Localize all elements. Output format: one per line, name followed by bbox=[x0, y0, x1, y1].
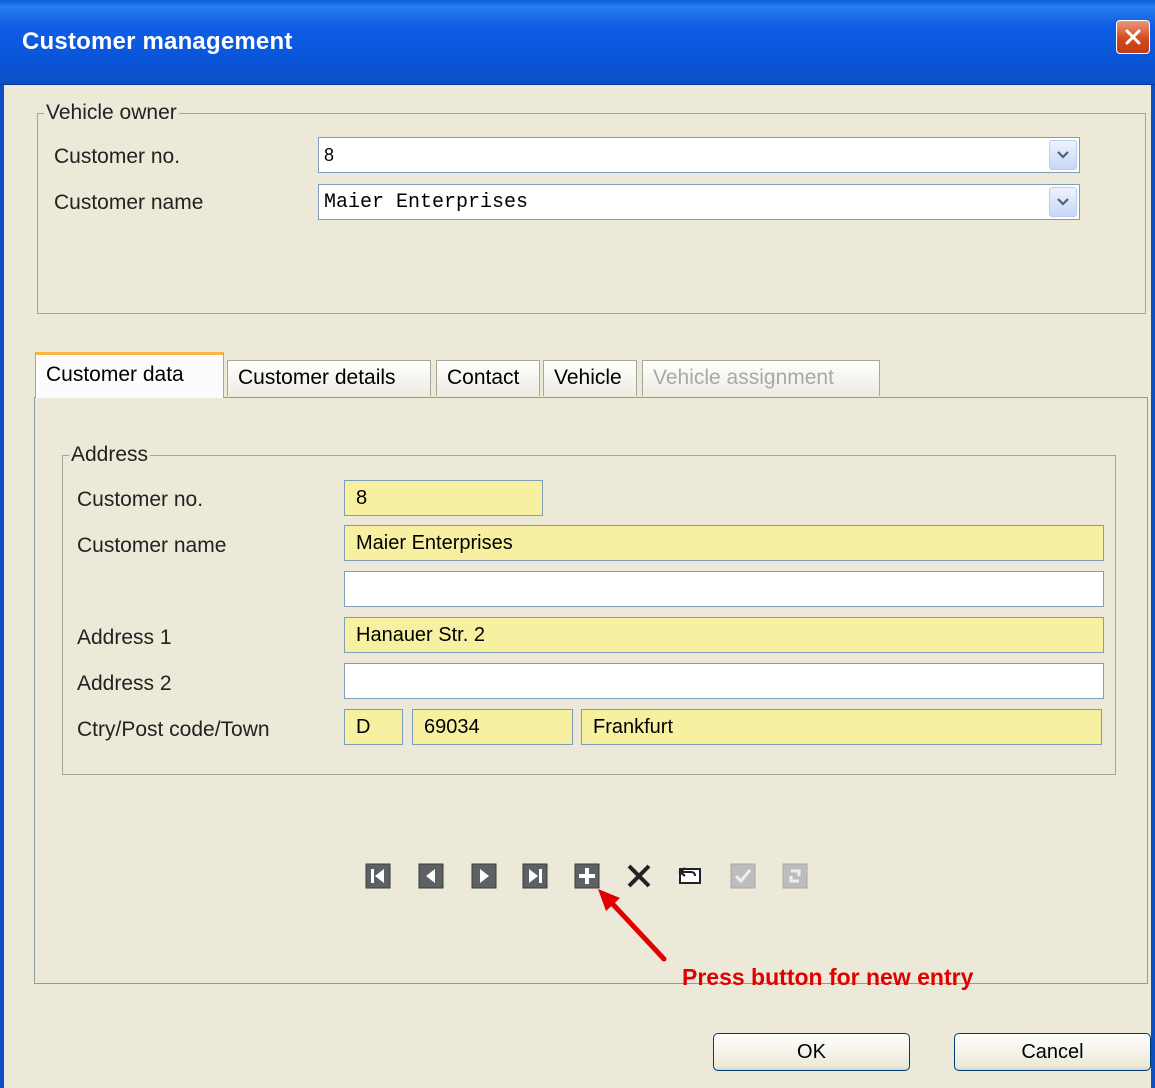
ok-button[interactable]: OK bbox=[713, 1033, 910, 1071]
town-field[interactable]: Frankfurt bbox=[581, 709, 1102, 745]
address1-field[interactable]: Hanauer Str. 2 bbox=[344, 617, 1104, 653]
chevron-down-icon bbox=[1057, 151, 1069, 159]
window-frame-right bbox=[1151, 85, 1155, 1088]
tab-vehicle-assignment: Vehicle assignment bbox=[642, 360, 880, 396]
chevron-down-icon bbox=[1057, 198, 1069, 206]
next-record-button[interactable] bbox=[471, 863, 497, 889]
title-bar[interactable]: Customer management bbox=[0, 0, 1155, 85]
owner-customer-no-label: Customer no. bbox=[54, 145, 181, 168]
address2-label: Address 2 bbox=[77, 672, 172, 695]
owner-customer-no-combo[interactable]: 8 bbox=[318, 137, 1080, 173]
country-field[interactable]: D bbox=[344, 709, 403, 745]
previous-record-icon bbox=[418, 863, 444, 889]
tab-contact[interactable]: Contact bbox=[436, 360, 540, 396]
owner-customer-no-dropdown-button[interactable] bbox=[1049, 140, 1077, 170]
address-customer-no-field[interactable]: 8 bbox=[344, 480, 543, 516]
owner-customer-name-dropdown-button[interactable] bbox=[1049, 187, 1077, 217]
owner-customer-no-value: 8 bbox=[324, 145, 335, 165]
owner-customer-name-combo[interactable]: Maier Enterprises bbox=[318, 184, 1080, 220]
ctry-postcode-town-label: Ctry/Post code/Town bbox=[77, 718, 270, 741]
close-icon bbox=[1125, 29, 1141, 45]
window-frame-left bbox=[0, 85, 4, 1088]
postcode-field[interactable]: 69034 bbox=[412, 709, 573, 745]
tab-customer-details[interactable]: Customer details bbox=[227, 360, 431, 396]
vehicle-owner-legend: Vehicle owner bbox=[46, 101, 177, 124]
refresh-icon bbox=[782, 863, 808, 889]
annotation-text: Press button for new entry bbox=[682, 964, 974, 990]
undo-button[interactable] bbox=[677, 863, 703, 889]
address2-field[interactable] bbox=[344, 663, 1104, 699]
refresh-button bbox=[782, 863, 808, 889]
last-record-button[interactable] bbox=[522, 863, 548, 889]
confirm-icon bbox=[730, 863, 756, 889]
window-title: Customer management bbox=[22, 28, 293, 55]
undo-icon bbox=[678, 867, 701, 884]
close-button[interactable] bbox=[1116, 20, 1150, 54]
last-record-icon bbox=[522, 863, 548, 889]
address-customer-name-label: Customer name bbox=[77, 534, 227, 557]
owner-customer-name-label: Customer name bbox=[54, 191, 204, 214]
customer-management-window: Customer management Vehicle owner Custom… bbox=[0, 0, 1155, 1088]
owner-customer-name-value: Maier Enterprises bbox=[324, 191, 529, 214]
confirm-button bbox=[730, 863, 756, 889]
address-customer-name2-field[interactable] bbox=[344, 571, 1104, 607]
address-legend: Address bbox=[71, 443, 149, 466]
address1-label: Address 1 bbox=[77, 626, 172, 649]
cancel-button[interactable]: Cancel bbox=[954, 1033, 1151, 1071]
previous-record-button[interactable] bbox=[418, 863, 444, 889]
first-record-button[interactable] bbox=[365, 863, 391, 889]
tab-vehicle[interactable]: Vehicle bbox=[543, 360, 637, 396]
tab-customer-data[interactable]: Customer data bbox=[35, 352, 224, 398]
address-customer-name-field[interactable]: Maier Enterprises bbox=[344, 525, 1104, 561]
first-record-icon bbox=[365, 863, 391, 889]
address-customer-no-label: Customer no. bbox=[77, 488, 204, 511]
annotation-arrow bbox=[598, 889, 667, 962]
next-record-icon bbox=[471, 863, 497, 889]
